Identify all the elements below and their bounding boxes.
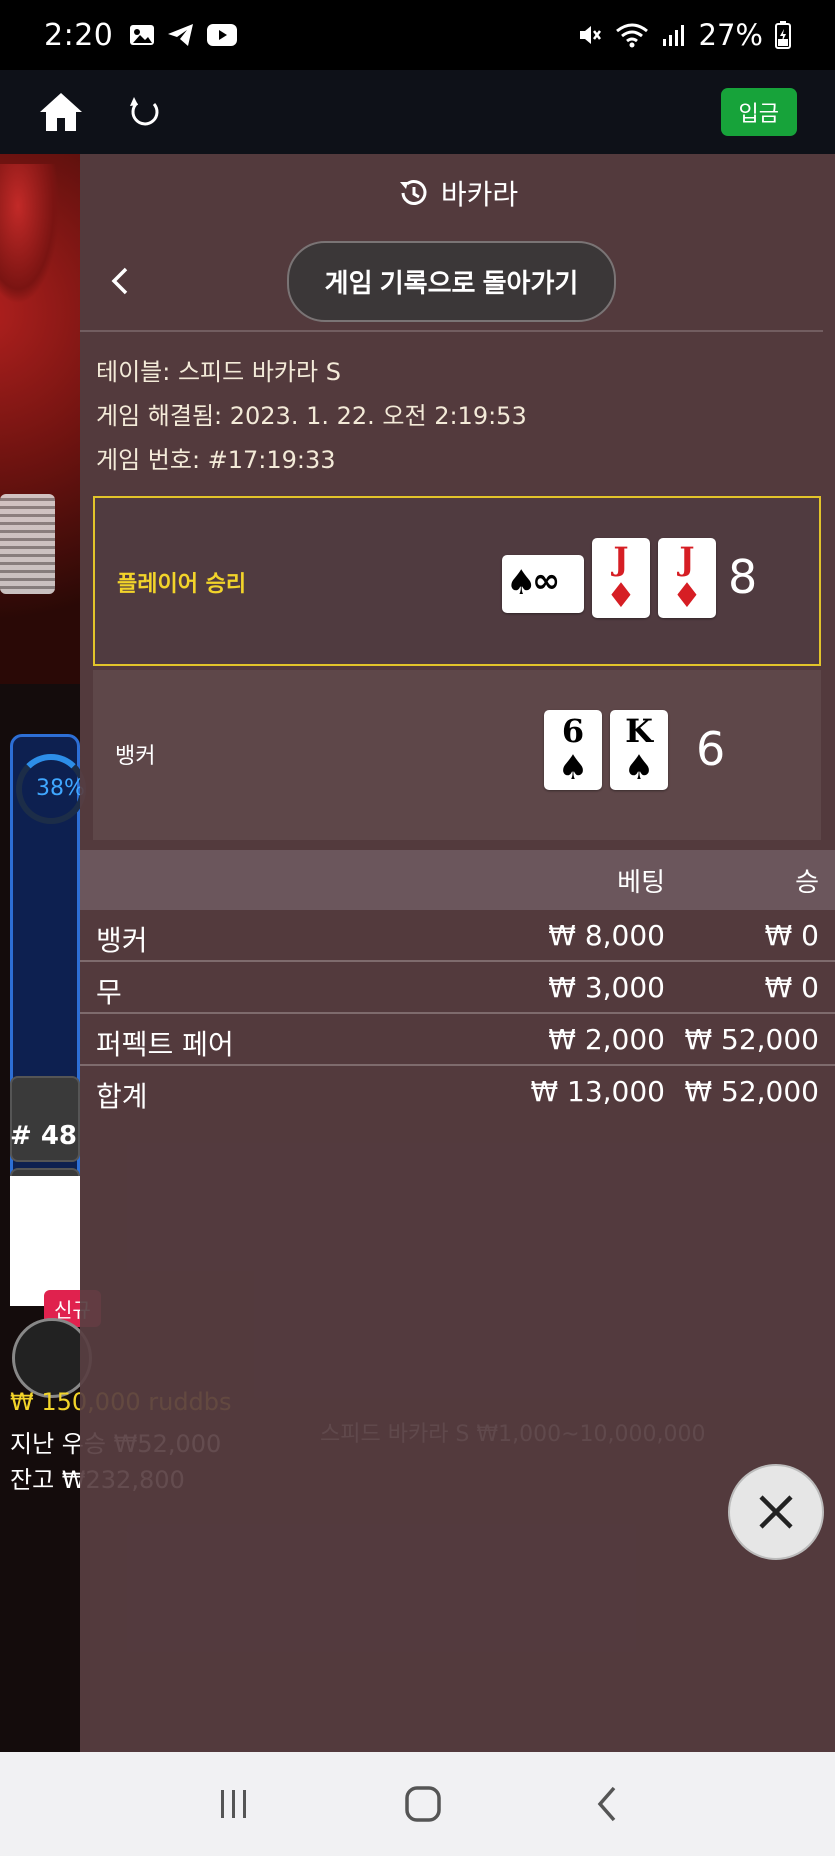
table-name: 테이블: 스피드 바카라 S	[96, 358, 341, 386]
status-bar: 2:20 27%	[0, 0, 835, 70]
round-number: # 48	[10, 1121, 78, 1151]
bet-percent: 38%	[36, 776, 85, 801]
header-bet: 베팅	[617, 868, 665, 898]
youtube-icon	[207, 24, 238, 46]
total-row: 합계 ₩ 13,000 ₩ 52,000	[80, 1066, 835, 1118]
battery-icon	[775, 21, 791, 49]
player-card-2: J ♦	[592, 538, 650, 618]
win-amount: ₩ 0	[764, 971, 819, 1004]
bet-name: 무	[96, 976, 122, 1009]
banker-cards: 6 ♠ K ♠	[544, 710, 668, 790]
back-icon[interactable]	[595, 1785, 619, 1823]
home-circle-icon[interactable]	[404, 1785, 442, 1823]
back-to-history-button[interactable]: 게임 기록으로 돌아가기	[286, 240, 617, 322]
resolved-time: 게임 해결됨: 2023. 1. 22. 오전 2:19:53	[96, 402, 527, 430]
close-icon	[759, 1495, 793, 1529]
telegram-icon	[168, 24, 194, 46]
signal-icon	[662, 25, 684, 46]
bets-table-header: 베팅 승	[80, 850, 835, 910]
banker-card-1: 6 ♠	[544, 710, 602, 790]
gallery-icon	[130, 25, 155, 45]
bet-name: 뱅커	[96, 924, 148, 957]
app-top-bar: 입금	[0, 70, 835, 154]
total-label: 합계	[96, 1080, 148, 1113]
dealer-figure	[0, 164, 60, 304]
total-bet: ₩ 13,000	[530, 1075, 665, 1108]
bets-table: 베팅 승 뱅커 ₩ 8,000 ₩ 0 무 ₩ 3,000 ₩ 0 퍼펙트 페어…	[80, 850, 835, 1118]
player-card-1: ♠ ∞	[502, 555, 584, 613]
total-win: ₩ 52,000	[684, 1075, 819, 1108]
player-score: 8	[728, 550, 758, 604]
bet-amount: ₩ 8,000	[548, 919, 665, 952]
status-system-icons: 27%	[577, 18, 791, 52]
bet-amount: ₩ 2,000	[548, 1023, 665, 1056]
player-result-label: 플레이어 승리	[117, 572, 247, 597]
overlay-nav-row: 게임 기록으로 돌아가기	[80, 232, 823, 332]
recents-icon[interactable]	[217, 1787, 251, 1821]
roadmap	[10, 1176, 80, 1306]
bet-amount: ₩ 3,000	[548, 971, 665, 1004]
banker-result-panel: 뱅커 6 ♠ K ♠ 6	[93, 670, 821, 840]
win-amount: ₩ 0	[764, 919, 819, 952]
banker-card-2: K ♠	[610, 710, 668, 790]
android-nav-bar	[0, 1752, 835, 1856]
player-result-panel: 플레이어 승리 ♠ ∞ J ♦ J ♦ 8	[93, 496, 821, 666]
battery-percent: 27%	[698, 18, 763, 52]
card-shoe	[0, 494, 55, 594]
game-info: 테이블: 스피드 바카라 S 게임 해결됨: 2023. 1. 22. 오전 2…	[80, 332, 835, 482]
wifi-icon	[615, 23, 648, 48]
bet-name: 퍼펙트 페어	[96, 1028, 234, 1061]
history-icon	[399, 180, 427, 205]
close-button[interactable]	[728, 1464, 824, 1560]
header-win: 승	[795, 868, 819, 898]
win-amount: ₩ 52,000	[684, 1023, 819, 1056]
overlay-title: 바카라	[440, 178, 519, 211]
game-number: 게임 번호: #17:19:33	[96, 446, 336, 474]
banker-score: 6	[696, 722, 726, 776]
deposit-button[interactable]: 입금	[720, 88, 797, 136]
table-row: 퍼펙트 페어 ₩ 2,000 ₩ 52,000	[80, 1014, 835, 1066]
mute-icon	[579, 26, 601, 44]
table-limits: 스피드 바카라 S ₩1,000~10,000,000	[320, 1422, 706, 1447]
status-time: 2:20	[44, 17, 114, 53]
game-history-overlay: 바카라 게임 기록으로 돌아가기 테이블: 스피드 바카라 S 게임 해결됨: …	[80, 154, 835, 1752]
banker-result-label: 뱅커	[115, 744, 156, 769]
table-row: 뱅커 ₩ 8,000 ₩ 0	[80, 910, 835, 962]
status-notification-icons	[129, 23, 238, 47]
table-row: 무 ₩ 3,000 ₩ 0	[80, 962, 835, 1014]
player-card-3: J ♦	[658, 538, 716, 618]
home-icon[interactable]	[38, 91, 84, 133]
overlay-header: 바카라	[80, 154, 835, 232]
player-cards: ♠ ∞ J ♦ J ♦	[502, 538, 716, 618]
refresh-icon[interactable]	[128, 95, 162, 129]
back-chevron-icon[interactable]	[110, 266, 130, 296]
